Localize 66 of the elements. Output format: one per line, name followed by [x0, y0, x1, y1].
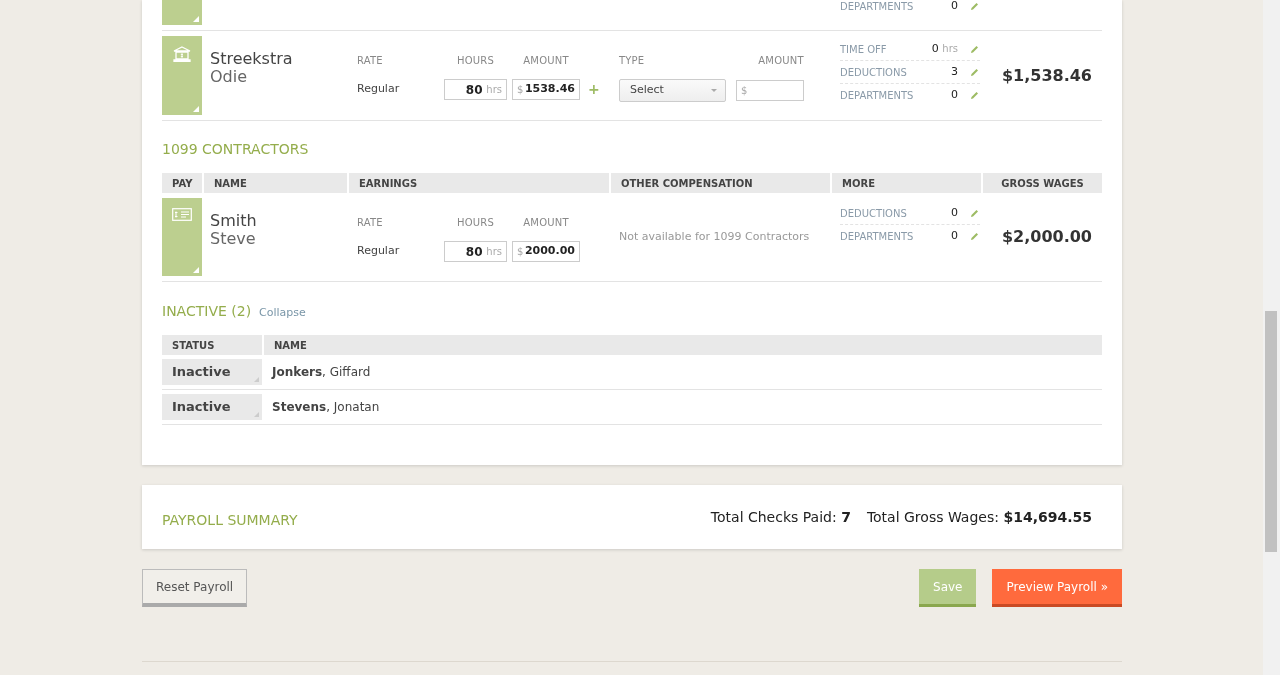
gross-wages: $1,538.46 [1000, 64, 1093, 87]
amount-field[interactable]: $2000.00 [512, 241, 580, 262]
pencil-icon[interactable] [970, 1, 979, 11]
employee-name: Stevens, Jonatan [272, 399, 380, 416]
employee-name: Jonkers, Giffard [272, 364, 371, 381]
scrollbar[interactable] [1263, 0, 1280, 675]
status-dropdown[interactable]: Inactive [162, 394, 262, 420]
pencil-icon[interactable] [970, 67, 979, 77]
column-label: RATE [357, 53, 384, 68]
more-label: DEDUCTIONS [840, 65, 908, 80]
more-value: 0 [950, 228, 958, 245]
summary-title: PAYROLL SUMMARY [162, 510, 298, 530]
column-header: EARNINGS [347, 173, 609, 193]
more-label: TIME OFF [840, 42, 888, 57]
type-select[interactable]: Select [619, 79, 726, 102]
gross-total: Total Gross Wages: $14,694.55 [866, 507, 1092, 527]
column-header: GROSS WAGES [981, 173, 1102, 193]
hours-field[interactable]: 80 hrs [444, 241, 507, 262]
more-label: DEPARTMENTS [840, 230, 915, 244]
more-label: DEDUCTIONS [840, 206, 908, 221]
column-label: TYPE [619, 53, 646, 68]
more-value: 0 [950, 204, 958, 221]
pencil-icon[interactable] [970, 44, 979, 54]
more-value: 0 [950, 87, 958, 104]
rate-text: Regular [357, 243, 401, 260]
reset-payroll-button[interactable]: Reset Payroll [142, 569, 248, 607]
rate-text: Regular [357, 81, 401, 98]
more-value: 0 hrs [930, 40, 958, 57]
hours-field[interactable]: 80 hrs [444, 79, 507, 100]
scrollbar-thumb[interactable] [1265, 311, 1277, 552]
pay-method-button[interactable] [162, 0, 202, 25]
pay-method-button[interactable] [162, 36, 202, 115]
last-name: Smith [210, 212, 258, 231]
more-value: 3 [950, 63, 958, 80]
column-label: HOURS [456, 53, 495, 68]
column-label: AMOUNT [522, 215, 570, 230]
status-dropdown[interactable]: Inactive [162, 359, 262, 385]
column-header: STATUS [171, 338, 216, 353]
checks-total: Total Checks Paid: 7 [710, 507, 851, 527]
more-value: 0 [950, 0, 958, 14]
column-label: RATE [357, 215, 384, 230]
last-name: Streekstra [210, 50, 294, 69]
column-label: AMOUNT [757, 53, 805, 68]
section-title: 1099 CONTRACTORS [162, 140, 310, 159]
column-header: NAME [262, 335, 1102, 355]
bank-icon [173, 46, 191, 62]
caret-icon [711, 89, 717, 92]
more-label: DEPARTMENTS [840, 89, 915, 103]
column-label: AMOUNT [522, 53, 570, 68]
more-label: DEPARTMENTS [840, 0, 915, 14]
first-name: Steve [210, 230, 257, 249]
column-header: PAY [171, 176, 194, 191]
section-title: INACTIVE (2) [162, 302, 252, 321]
availability-note: Not available for 1099 Contractors [618, 228, 810, 245]
column-header: MORE [830, 173, 981, 193]
pencil-icon[interactable] [970, 91, 979, 100]
pencil-icon[interactable] [970, 232, 979, 241]
first-name: Odie [210, 68, 249, 87]
column-header: OTHER COMPENSATION [609, 173, 830, 193]
amount-field[interactable]: $1538.46 [512, 79, 580, 100]
pay-method-button[interactable] [162, 198, 202, 276]
column-header: NAME [202, 173, 347, 193]
pencil-icon[interactable] [970, 208, 979, 218]
gross-wages: $2,000.00 [1000, 226, 1093, 248]
column-label: HOURS [456, 215, 495, 230]
check-icon [172, 208, 192, 221]
